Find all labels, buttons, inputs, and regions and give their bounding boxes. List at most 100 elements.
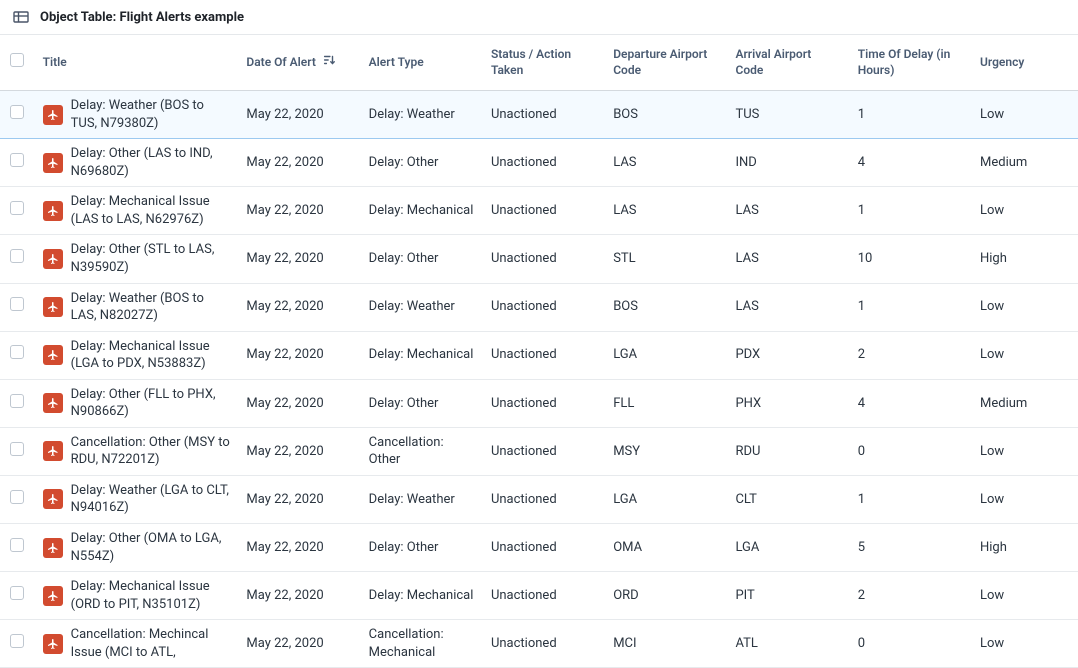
row-checkbox-cell[interactable] <box>0 139 35 187</box>
cell-type: Delay: Weather <box>361 283 483 331</box>
cell-status: Unactioned <box>483 379 605 427</box>
row-checkbox[interactable] <box>10 105 24 119</box>
flight-icon <box>43 105 63 125</box>
cell-title: Delay: Weather (LGA to CLT, N94016Z) <box>35 475 239 523</box>
cell-delay: 2 <box>850 331 972 379</box>
cell-departure: LGA <box>605 475 727 523</box>
cell-title: Delay: Weather (BOS to LAS, N82027Z) <box>35 283 239 331</box>
table-row[interactable]: Delay: Mechanical Issue (ORD to PIT, N35… <box>0 572 1078 620</box>
cell-title: Delay: Mechanical Issue (LGA to PDX, N53… <box>35 331 239 379</box>
table-row[interactable]: Delay: Other (FLL to PHX, N90866Z)May 22… <box>0 379 1078 427</box>
table-row[interactable]: Cancellation: Other (MSY to RDU, N72201Z… <box>0 427 1078 475</box>
table-icon <box>12 8 30 26</box>
column-header-urgency[interactable]: Urgency <box>972 35 1078 91</box>
row-checkbox-cell[interactable] <box>0 427 35 475</box>
row-checkbox[interactable] <box>10 153 24 167</box>
cell-status: Unactioned <box>483 331 605 379</box>
row-checkbox[interactable] <box>10 538 24 552</box>
object-table: Title Date Of Alert Alert Type Status / … <box>0 35 1078 668</box>
cell-title: Delay: Other (FLL to PHX, N90866Z) <box>35 379 239 427</box>
table-row[interactable]: Delay: Other (LAS to IND, N69680Z)May 22… <box>0 139 1078 187</box>
row-checkbox-cell[interactable] <box>0 475 35 523</box>
row-checkbox[interactable] <box>10 394 24 408</box>
column-header-departure[interactable]: Departure Airport Code <box>605 35 727 91</box>
row-checkbox[interactable] <box>10 442 24 456</box>
row-checkbox[interactable] <box>10 634 24 648</box>
row-checkbox-cell[interactable] <box>0 91 35 139</box>
cell-date: May 22, 2020 <box>238 475 360 523</box>
table-row[interactable]: Delay: Weather (BOS to TUS, N79380Z)May … <box>0 91 1078 139</box>
cell-status: Unactioned <box>483 427 605 475</box>
cell-title: Delay: Other (OMA to LGA, N554Z) <box>35 524 239 572</box>
sort-descending-icon[interactable] <box>322 53 336 72</box>
cell-departure: BOS <box>605 91 727 139</box>
cell-departure: MSY <box>605 427 727 475</box>
cell-status: Unactioned <box>483 235 605 283</box>
cell-date: May 22, 2020 <box>238 235 360 283</box>
cell-delay: 0 <box>850 620 972 668</box>
title-text: Delay: Weather (LGA to CLT, N94016Z) <box>71 482 231 517</box>
table-row[interactable]: Delay: Other (OMA to LGA, N554Z)May 22, … <box>0 524 1078 572</box>
cell-arrival: IND <box>727 139 849 187</box>
cell-type: Cancellation: Other <box>361 427 483 475</box>
row-checkbox-cell[interactable] <box>0 283 35 331</box>
cell-arrival: LGA <box>727 524 849 572</box>
row-checkbox-cell[interactable] <box>0 331 35 379</box>
cell-departure: LGA <box>605 331 727 379</box>
table-header-row: Title Date Of Alert Alert Type Status / … <box>0 35 1078 91</box>
select-all-checkbox[interactable] <box>10 53 24 67</box>
column-header-arrival[interactable]: Arrival Airport Code <box>727 35 849 91</box>
table-row[interactable]: Delay: Weather (BOS to LAS, N82027Z)May … <box>0 283 1078 331</box>
row-checkbox[interactable] <box>10 297 24 311</box>
cell-departure: LAS <box>605 139 727 187</box>
column-header-delay[interactable]: Time Of Delay (in Hours) <box>850 35 972 91</box>
column-header-status[interactable]: Status / Action Taken <box>483 35 605 91</box>
cell-date: May 22, 2020 <box>238 572 360 620</box>
cell-title: Cancellation: Mechincal Issue (MCI to AT… <box>35 620 239 668</box>
cell-date: May 22, 2020 <box>238 283 360 331</box>
flight-icon <box>43 297 63 317</box>
title-text: Delay: Other (OMA to LGA, N554Z) <box>71 530 231 565</box>
cell-type: Delay: Weather <box>361 91 483 139</box>
table-row[interactable]: Delay: Mechanical Issue (LAS to LAS, N62… <box>0 187 1078 235</box>
row-checkbox[interactable] <box>10 490 24 504</box>
cell-urgency: Low <box>972 91 1078 139</box>
page-header: Object Table: Flight Alerts example <box>0 0 1078 35</box>
flight-icon <box>43 249 63 269</box>
column-header-title[interactable]: Title <box>35 35 239 91</box>
cell-type: Delay: Other <box>361 235 483 283</box>
cell-date: May 22, 2020 <box>238 379 360 427</box>
cell-departure: OMA <box>605 524 727 572</box>
page-title: Object Table: Flight Alerts example <box>40 10 244 25</box>
cell-delay: 1 <box>850 475 972 523</box>
row-checkbox[interactable] <box>10 249 24 263</box>
row-checkbox-cell[interactable] <box>0 379 35 427</box>
row-checkbox[interactable] <box>10 345 24 359</box>
table-row[interactable]: Delay: Other (STL to LAS, N39590Z)May 22… <box>0 235 1078 283</box>
cell-status: Unactioned <box>483 187 605 235</box>
cell-type: Delay: Other <box>361 139 483 187</box>
cell-urgency: Low <box>972 572 1078 620</box>
row-checkbox-cell[interactable] <box>0 572 35 620</box>
column-select-all[interactable] <box>0 35 35 91</box>
cell-type: Cancellation: Mechanical <box>361 620 483 668</box>
title-text: Delay: Weather (BOS to LAS, N82027Z) <box>71 290 231 325</box>
row-checkbox-cell[interactable] <box>0 524 35 572</box>
table-row[interactable]: Delay: Weather (LGA to CLT, N94016Z)May … <box>0 475 1078 523</box>
cell-title: Delay: Mechanical Issue (LAS to LAS, N62… <box>35 187 239 235</box>
row-checkbox[interactable] <box>10 586 24 600</box>
row-checkbox[interactable] <box>10 201 24 215</box>
column-header-type[interactable]: Alert Type <box>361 35 483 91</box>
row-checkbox-cell[interactable] <box>0 620 35 668</box>
column-header-date[interactable]: Date Of Alert <box>238 35 360 91</box>
table-row[interactable]: Cancellation: Mechincal Issue (MCI to AT… <box>0 620 1078 668</box>
title-text: Delay: Other (FLL to PHX, N90866Z) <box>71 386 231 421</box>
cell-arrival: LAS <box>727 235 849 283</box>
row-checkbox-cell[interactable] <box>0 235 35 283</box>
row-checkbox-cell[interactable] <box>0 187 35 235</box>
table-row[interactable]: Delay: Mechanical Issue (LGA to PDX, N53… <box>0 331 1078 379</box>
cell-delay: 2 <box>850 572 972 620</box>
title-text: Delay: Mechanical Issue (LGA to PDX, N53… <box>71 338 231 373</box>
flight-icon <box>43 393 63 413</box>
cell-delay: 1 <box>850 283 972 331</box>
